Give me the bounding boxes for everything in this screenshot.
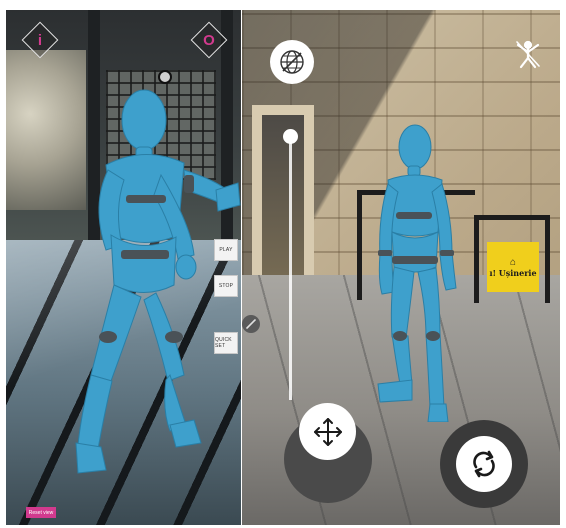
rotate-button[interactable] — [456, 436, 512, 492]
scale-slider-track[interactable] — [289, 138, 292, 400]
globe-button[interactable] — [270, 40, 314, 84]
quick-set-button[interactable]: QUICK SET — [214, 332, 238, 354]
move-button[interactable] — [299, 403, 356, 460]
info-label: i — [37, 31, 43, 49]
move-icon — [313, 417, 342, 446]
edit-button[interactable] — [242, 315, 260, 333]
stop-button[interactable]: STOP — [214, 275, 238, 297]
rotate-icon — [473, 450, 495, 478]
play-button[interactable]: PLAY — [214, 239, 238, 261]
scale-slider-thumb[interactable] — [283, 129, 298, 144]
reset-view-button[interactable]: Reset view — [26, 507, 56, 518]
mannequin-figure-right[interactable] — [370, 122, 480, 422]
sign-house-icon: ⌂ — [509, 256, 517, 268]
info-icon[interactable]: i — [22, 22, 58, 58]
target-marker-icon[interactable] — [158, 70, 172, 84]
record-icon[interactable]: O — [191, 22, 227, 58]
sign-text: ı! Ușinerie — [489, 267, 537, 278]
pose-button[interactable] — [512, 38, 544, 70]
left-ar-view: i O PLAY STOP QUICK SET Reset view — [6, 10, 241, 525]
globe-icon — [280, 50, 304, 74]
right-ar-view: ⌂ ı! Ușinerie — [242, 10, 560, 525]
record-label: O — [203, 31, 215, 49]
rotate-joystick-base[interactable] — [440, 420, 528, 508]
pose-icon — [516, 40, 540, 69]
yellow-sign: ⌂ ı! Ușinerie — [487, 242, 539, 292]
edit-icon — [246, 319, 256, 329]
